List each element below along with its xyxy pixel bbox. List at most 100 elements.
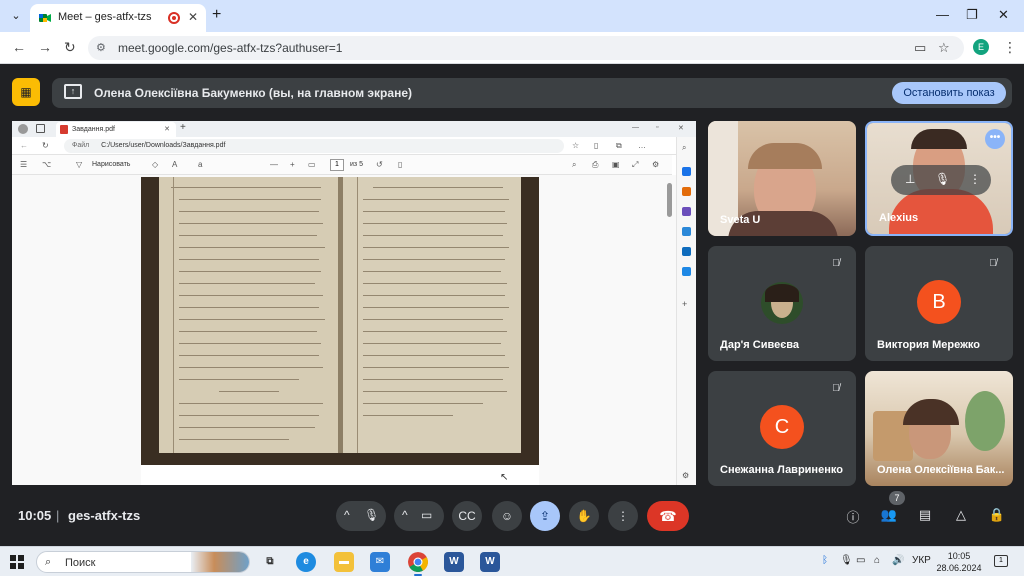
pdf-scrollbar bbox=[667, 183, 672, 217]
pin-icon[interactable]: ⊥ bbox=[905, 172, 915, 186]
page-view-icon: ▯ bbox=[398, 160, 403, 169]
chrome-icon[interactable] bbox=[408, 552, 428, 572]
mic-options-chevron-icon[interactable]: ^ bbox=[344, 508, 350, 522]
participant-tile-alexius[interactable]: ⊥ 🎙 ⋮ ••• Alexius bbox=[865, 121, 1013, 236]
contents-icon: ☰ bbox=[20, 160, 28, 169]
camera-control[interactable]: ^ ▭ bbox=[394, 501, 444, 531]
word-icon[interactable]: W bbox=[444, 552, 464, 572]
sidebar-app-icon bbox=[682, 247, 691, 256]
pdf-settings-icon: ⚙ bbox=[652, 160, 660, 169]
reload-icon[interactable]: ↻ bbox=[64, 39, 76, 56]
site-settings-icon[interactable]: ⚙ bbox=[96, 41, 106, 54]
task-view-icon[interactable]: ⧉ bbox=[260, 552, 280, 572]
browser-tab-meet[interactable]: Meet – ges-atfx-tzs ✕ bbox=[30, 4, 206, 32]
taskbar-search-placeholder: Поиск bbox=[65, 557, 96, 569]
raise-hand-button[interactable]: ✋ bbox=[569, 501, 599, 531]
forward-arrow-icon[interactable]: → bbox=[38, 39, 52, 55]
host-controls-icon[interactable]: 🔒 bbox=[988, 507, 1006, 525]
camera-in-use-icon[interactable]: ▭ bbox=[914, 40, 926, 56]
leave-call-button[interactable]: ☎ bbox=[647, 501, 689, 531]
camera-options-chevron-icon[interactable]: ^ bbox=[402, 508, 408, 522]
shared-address-path: C:/Users/user/Downloads/Завдання.pdf bbox=[101, 142, 226, 149]
people-icon[interactable]: 👥 bbox=[880, 507, 898, 525]
participant-name: Sveta U bbox=[720, 214, 761, 226]
tab-close-icon[interactable]: ✕ bbox=[188, 10, 198, 24]
stop-presenting-shortcut-icon[interactable]: ▦ bbox=[12, 78, 40, 106]
read-aloud-icon: A bbox=[172, 160, 178, 169]
network-icon[interactable]: ⌂ bbox=[874, 555, 880, 566]
shared-pdf-tab-title: Завдання.pdf bbox=[72, 126, 115, 133]
meeting-details-icon[interactable]: ⓘ bbox=[844, 507, 862, 525]
profile-avatar[interactable]: E bbox=[973, 39, 989, 55]
minimize-window-button[interactable]: — bbox=[936, 7, 949, 22]
microphone-control[interactable]: ^ 🎙 bbox=[336, 501, 386, 531]
windows-start-icon[interactable] bbox=[10, 555, 24, 569]
file-explorer-icon[interactable]: ▬ bbox=[334, 552, 354, 572]
save-icon: ▣ bbox=[612, 160, 620, 169]
pdf-search-icon: ⌕ bbox=[572, 160, 577, 169]
input-language[interactable]: УКР bbox=[912, 555, 931, 566]
participant-more-icon[interactable]: ⋮ bbox=[969, 172, 981, 186]
stop-presenting-button[interactable]: Остановить показ bbox=[892, 82, 1006, 104]
more-options-button[interactable]: ⋮ bbox=[608, 501, 638, 531]
close-window-button[interactable]: ✕ bbox=[998, 7, 1009, 23]
present-now-button[interactable]: ⇪ bbox=[530, 501, 560, 531]
participant-hover-controls: ⊥ 🎙 ⋮ bbox=[891, 165, 991, 195]
tab-search-chevron-icon[interactable]: ⌄ bbox=[6, 6, 26, 26]
new-tab-button[interactable]: + bbox=[212, 6, 221, 24]
chat-icon[interactable]: ▤ bbox=[916, 507, 934, 525]
search-highlight-image bbox=[191, 552, 249, 572]
bookmark-star-icon[interactable]: ☆ bbox=[938, 40, 950, 56]
bluetooth-icon[interactable]: ᛒ bbox=[822, 555, 828, 566]
shared-more-icon: … bbox=[638, 141, 646, 150]
manuscript-right-page bbox=[343, 177, 521, 453]
microphone-tray-icon[interactable]: 🎙 bbox=[840, 555, 853, 566]
shared-restore-icon: ▫ bbox=[656, 124, 659, 131]
taskbar-search[interactable]: ⌕ Поиск bbox=[36, 551, 250, 573]
camera-icon[interactable]: ▭ bbox=[421, 508, 432, 522]
shared-back-icon: ← bbox=[20, 141, 28, 150]
taskbar-clock[interactable]: 10:05 28.06.2024 bbox=[936, 550, 982, 574]
microphone-icon[interactable]: 🎙 bbox=[364, 508, 379, 522]
presenting-text: Олена Олексіївна Бакуменко (вы, на главн… bbox=[94, 86, 412, 100]
shared-screen: Завдання.pdf ✕ + — ▫ ✕ ← ↻ Файл C:/Users… bbox=[12, 121, 696, 485]
back-arrow-icon[interactable]: ← bbox=[12, 39, 26, 55]
sidebar-settings-icon: ⚙ bbox=[682, 471, 690, 480]
manuscript-left-page bbox=[159, 177, 339, 453]
word-icon[interactable]: W bbox=[480, 552, 500, 572]
address-bar[interactable]: ⚙ meet.google.com/ges-atfx-tzs?authuser=… bbox=[88, 36, 964, 60]
mute-participant-icon[interactable]: 🎙 bbox=[935, 172, 950, 186]
participant-tile-viktoriya[interactable]: 🎙̸ В Виктория Мережко bbox=[865, 246, 1013, 361]
volume-icon[interactable]: 🔊 bbox=[892, 555, 904, 566]
edge-browser-icon[interactable]: e bbox=[296, 552, 316, 572]
shared-split-icon: ▯ bbox=[594, 141, 599, 150]
activities-icon[interactable]: △ bbox=[952, 507, 970, 525]
sidebar-search-icon: ⌕ bbox=[682, 143, 687, 152]
highlight-icon: ⌥ bbox=[42, 160, 52, 169]
mic-off-icon: 🎙̸ bbox=[832, 258, 840, 269]
pdf-page-margin bbox=[141, 465, 539, 485]
emoji-reaction-button[interactable]: ☺ bbox=[492, 501, 522, 531]
google-meet-favicon-icon bbox=[39, 14, 51, 22]
camera-tray-icon[interactable]: ▭ bbox=[856, 555, 865, 566]
shared-favorite-icon: ☆ bbox=[572, 141, 580, 150]
participant-tile-darya[interactable]: 🎙̸ Дар'я Сивеєва bbox=[708, 246, 856, 361]
present-screen-icon: ↑ bbox=[64, 84, 82, 99]
notification-center-icon[interactable]: 1 bbox=[994, 555, 1008, 567]
participant-tile-sveta[interactable]: Sveta U bbox=[708, 121, 856, 236]
participant-options-icon[interactable]: ••• bbox=[985, 129, 1005, 149]
participant-tile-snezhanna[interactable]: 🎙̸ С Снежанна Лавриненко bbox=[708, 371, 856, 486]
sidebar-add-icon: + bbox=[682, 299, 688, 309]
participant-tile-olena-self[interactable]: Олена Олексіївна Бак... bbox=[865, 371, 1013, 486]
participant-photo-avatar bbox=[761, 282, 803, 324]
captions-button[interactable]: CC bbox=[452, 501, 482, 531]
mouse-cursor-icon: ↖ bbox=[500, 472, 509, 483]
pdf-toolbar: ☰ ⌥ ▽ Нарисовать ◇ A a — + ▭ 1 из 5 ↺ ▯ … bbox=[12, 155, 672, 175]
page-number-field: 1 bbox=[330, 159, 344, 171]
shared-new-tab-icon: + bbox=[180, 122, 186, 133]
browser-menu-icon[interactable]: ⋮ bbox=[1003, 39, 1017, 56]
participant-initial-avatar: С bbox=[760, 405, 804, 449]
mail-icon[interactable]: ✉ bbox=[370, 552, 390, 572]
print-icon: ⎙ bbox=[592, 160, 599, 169]
restore-window-button[interactable]: ❐ bbox=[966, 7, 978, 23]
